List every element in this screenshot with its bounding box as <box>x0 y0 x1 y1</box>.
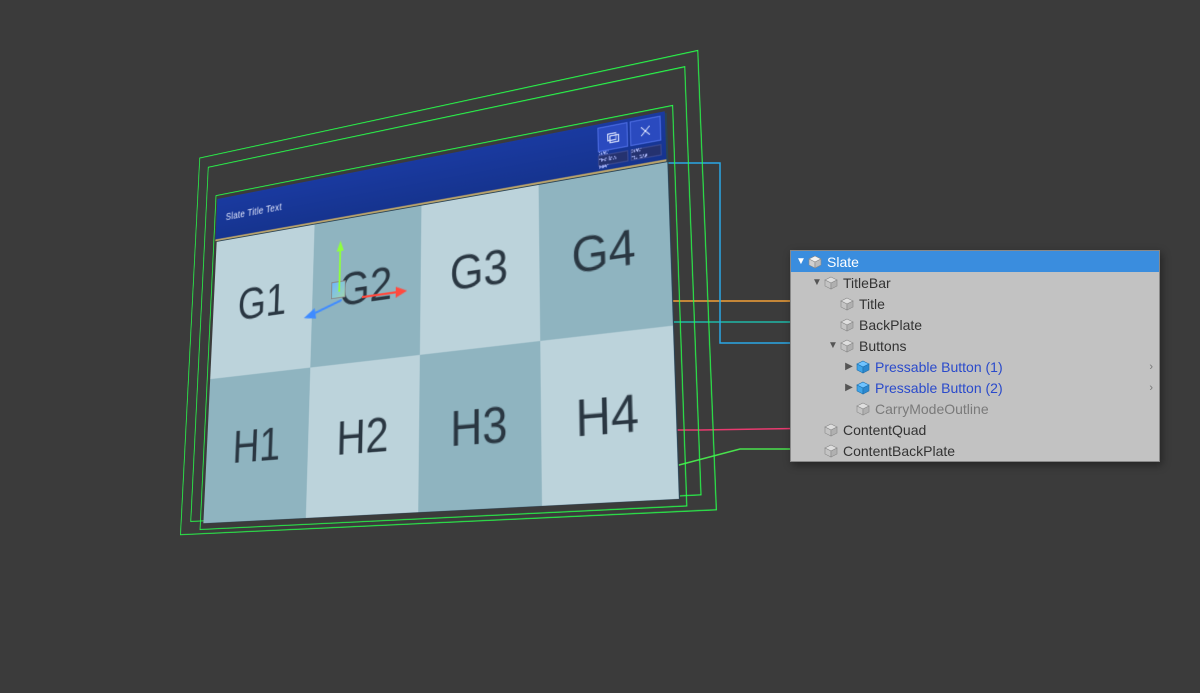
foldout-toggle[interactable] <box>795 256 807 267</box>
slate-title-text: Slate Title Text <box>216 201 282 224</box>
hierarchy-item-cback[interactable]: ContentBackPlate <box>791 440 1159 461</box>
tile-g4: G4 <box>539 162 674 341</box>
hierarchy-item-cquad[interactable]: ContentQuad <box>791 419 1159 440</box>
hierarchy-item-label: CarryModeOutline <box>875 401 989 417</box>
hierarchy-item-buttons[interactable]: Buttons <box>791 335 1159 356</box>
foldout-toggle[interactable] <box>843 361 855 372</box>
hierarchy-item-label: Pressable Button (1) <box>875 359 1003 375</box>
hierarchy-item-btn2[interactable]: Pressable Button (2) › <box>791 377 1159 398</box>
transform-gizmo[interactable] <box>338 290 339 291</box>
hierarchy-item-backplate[interactable]: BackPlate <box>791 314 1159 335</box>
hierarchy-item-titlebar[interactable]: TitleBar <box>791 272 1159 293</box>
follow-icon <box>606 129 619 145</box>
foldout-toggle[interactable] <box>843 382 855 393</box>
tile-h3: H3 <box>418 341 542 512</box>
hierarchy-item-label: ContentQuad <box>843 422 926 438</box>
close-icon <box>639 123 653 139</box>
hierarchy-item-label: Slate <box>827 254 859 270</box>
hierarchy-item-label: BackPlate <box>859 317 922 333</box>
slate-panel[interactable]: Slate Title Text <box>205 113 680 524</box>
foldout-toggle[interactable] <box>811 277 823 288</box>
viewport-3d[interactable]: Slate Title Text <box>60 40 760 660</box>
foldout-toggle[interactable] <box>827 340 839 351</box>
tile-h1: H1 <box>203 368 310 524</box>
hierarchy-item-slate[interactable]: Slate <box>791 251 1159 272</box>
gizmo-axis-y[interactable] <box>336 240 345 292</box>
hierarchy-item-label: ContentBackPlate <box>843 443 955 459</box>
hierarchy-item-label: Title <box>859 296 885 312</box>
hierarchy-item-label: TitleBar <box>843 275 891 291</box>
tile-g3: G3 <box>420 185 540 355</box>
hierarchy-item-label: Pressable Button (2) <box>875 380 1003 396</box>
follow-me-say-hint: Say "Follow Me" <box>598 150 629 167</box>
hierarchy-panel[interactable]: Slate TitleBar Title BackPlate Buttons P… <box>790 250 1160 462</box>
hierarchy-item-carry[interactable]: CarryModeOutline <box>791 398 1159 419</box>
tile-h2: H2 <box>306 355 420 518</box>
tile-h4: H4 <box>540 326 679 506</box>
chevron-right-icon[interactable]: › <box>1149 361 1153 373</box>
hierarchy-item-title[interactable]: Title <box>791 293 1159 314</box>
chevron-right-icon[interactable]: › <box>1149 382 1153 394</box>
close-button[interactable] <box>630 116 662 147</box>
hierarchy-item-label: Buttons <box>859 338 906 354</box>
tile-g1: G1 <box>210 225 314 380</box>
hierarchy-item-btn1[interactable]: Pressable Button (1) › <box>791 356 1159 377</box>
